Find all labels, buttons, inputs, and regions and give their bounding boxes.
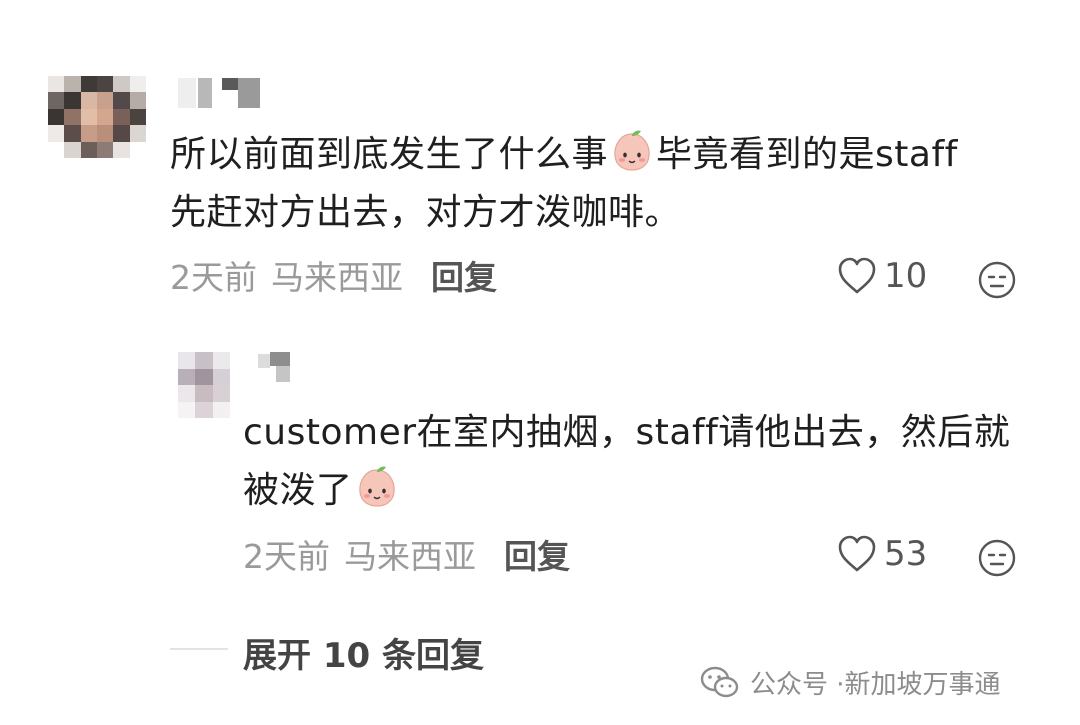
location: 马来西亚 [344, 537, 476, 576]
like-button[interactable]: 10 [836, 256, 927, 296]
heart-outline-icon [838, 535, 876, 572]
expand-divider [170, 648, 228, 650]
timestamp: 2天前 [243, 537, 330, 576]
wechat-icon [700, 666, 739, 697]
like-button[interactable]: 53 [836, 534, 927, 574]
watermark-prefix: 公众号 · [750, 670, 845, 700]
timestamp: 2天前 [170, 258, 257, 297]
peach-face-emoji-icon [358, 466, 395, 507]
like-count: 10 [884, 256, 928, 296]
sad-face-icon[interactable] [977, 538, 1017, 578]
heart-outline-icon [838, 257, 876, 294]
like-count: 53 [884, 534, 928, 574]
comment-text: 所以前面到底发生了什么事 毕竟看到的是staff 先赶对方出去，对方才泼咖啡。 [170, 126, 990, 242]
username-blurred[interactable] [258, 352, 294, 384]
watermark: 公众号 · 新加坡万事通 [700, 664, 1001, 701]
peach-face-emoji-icon [614, 130, 650, 171]
watermark-account: 新加坡万事通 [844, 670, 1001, 700]
comment-meta: 2天前 马来西亚 回复 [170, 258, 497, 298]
sad-face-icon[interactable] [977, 260, 1017, 300]
reply-button[interactable]: 回复 [431, 258, 497, 298]
comment-meta: 2天前 马来西亚 回复 [243, 537, 570, 577]
location: 马来西亚 [271, 258, 403, 297]
comment-text: customer在室内抽烟，staff请他出去，然后就被泼了 [243, 412, 1011, 511]
avatar[interactable] [48, 76, 146, 158]
avatar[interactable] [178, 352, 230, 418]
username-blurred[interactable] [178, 78, 262, 110]
reply-button[interactable]: 回复 [504, 537, 570, 577]
expand-replies-button[interactable]: 展开 10 条回复 [243, 628, 484, 677]
